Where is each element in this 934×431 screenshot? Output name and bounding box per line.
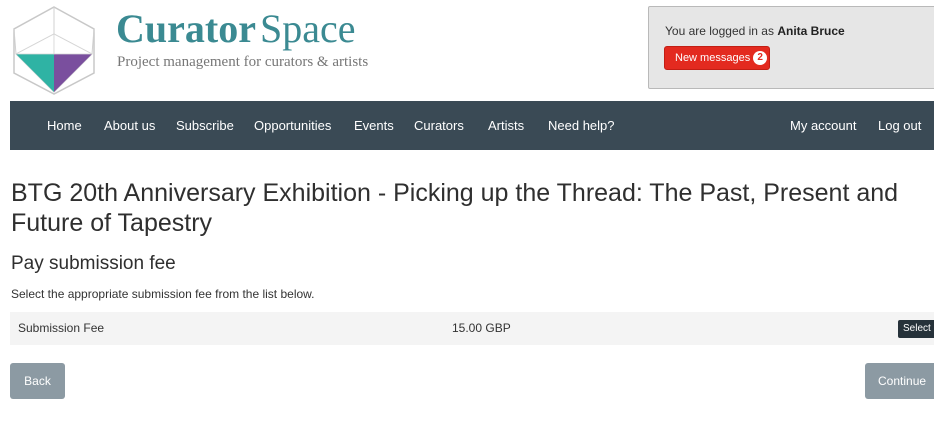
brand-name[interactable]: Curator Space xyxy=(116,6,355,52)
login-status-panel: You are logged in as Anita Bruce New mes… xyxy=(648,6,934,89)
nav-home[interactable]: Home xyxy=(47,101,82,150)
fee-instructions: Select the appropriate submission fee fr… xyxy=(11,287,315,301)
nav-events[interactable]: Events xyxy=(354,101,394,150)
brand-name-light: Space xyxy=(259,6,356,51)
main-navigation: Home About us Subscribe Opportunities Ev… xyxy=(10,101,934,150)
nav-log-out[interactable]: Log out xyxy=(878,101,921,150)
select-fee-button[interactable]: Select xyxy=(898,320,934,338)
fee-amount: 15.00 GBP xyxy=(452,321,511,335)
logged-in-user[interactable]: Anita Bruce xyxy=(777,24,844,38)
brand-name-bold: Curator xyxy=(116,6,256,51)
new-messages-label: New messages xyxy=(675,52,751,64)
new-messages-button[interactable]: New messages 2 xyxy=(664,46,770,70)
login-prefix: You are logged in as xyxy=(665,24,774,38)
curatorspace-logo-icon[interactable] xyxy=(8,4,100,96)
nav-artists[interactable]: Artists xyxy=(488,101,524,150)
nav-opportunities[interactable]: Opportunities xyxy=(254,101,331,150)
section-title: Pay submission fee xyxy=(11,253,176,274)
fee-row: Submission Fee 15.00 GBP Select xyxy=(10,312,934,345)
back-button[interactable]: Back xyxy=(10,363,65,399)
fee-name: Submission Fee xyxy=(18,321,105,335)
login-status-text: You are logged in as Anita Bruce xyxy=(665,24,845,38)
nav-subscribe[interactable]: Subscribe xyxy=(176,101,234,150)
message-count-badge: 2 xyxy=(753,51,768,65)
continue-button[interactable]: Continue xyxy=(865,363,934,399)
page-title: BTG 20th Anniversary Exhibition - Pickin… xyxy=(11,179,899,237)
nav-need-help[interactable]: Need help? xyxy=(548,101,615,150)
nav-about-us[interactable]: About us xyxy=(104,101,155,150)
nav-my-account[interactable]: My account xyxy=(790,101,856,150)
brand-tagline: Project management for curators & artist… xyxy=(117,54,369,70)
nav-curators[interactable]: Curators xyxy=(414,101,464,150)
